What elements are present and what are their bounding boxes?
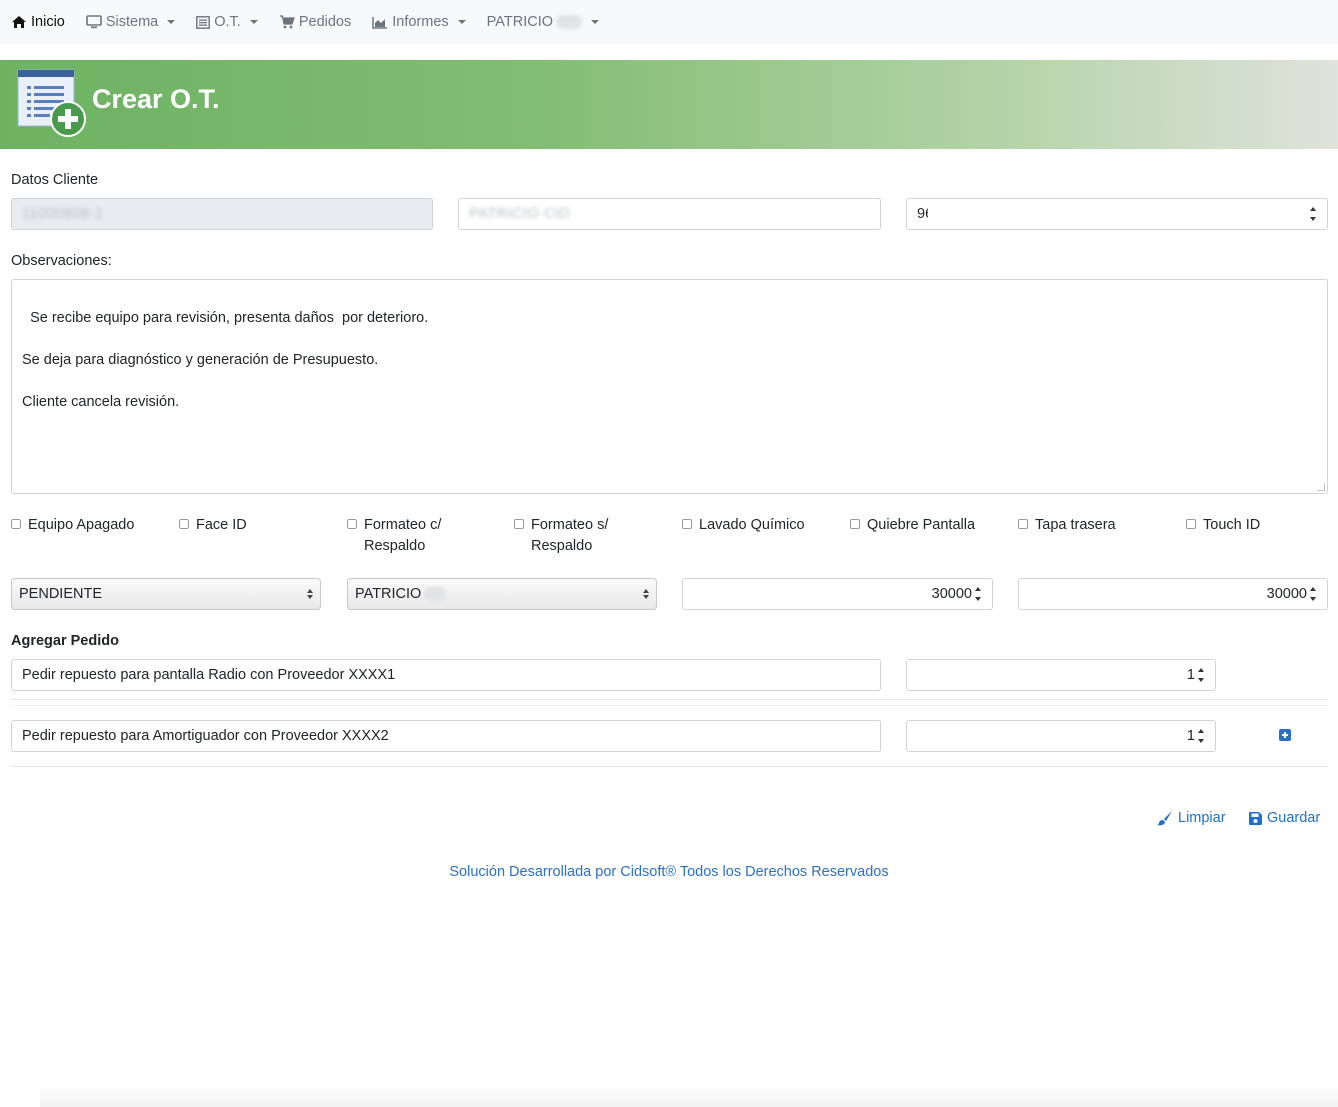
guardar-button[interactable]: Guardar (1249, 810, 1320, 826)
redacted-surname (424, 587, 447, 601)
check-equipo-apagado[interactable]: Equipo Apagado (11, 515, 161, 536)
save-icon (1249, 811, 1262, 825)
pedido-descripcion-field[interactable]: Pedir repuesto para pantalla Radio con P… (11, 659, 881, 691)
check-label: Tapa trasera (1035, 517, 1116, 533)
page-title: Crear O.T. (92, 84, 220, 114)
footer-credits[interactable]: Solución Desarrollada por Cidsoft® Todos… (0, 864, 1338, 880)
nav-sistema-label: Sistema (105, 14, 159, 30)
area-chart-icon (372, 16, 388, 29)
pedido-cantidad-value: 1 (1186, 667, 1195, 683)
pedido-cantidad-field[interactable]: 1 (906, 659, 1216, 691)
client-name-value: PATRICIO CID (469, 206, 571, 222)
number-spinner-icon[interactable] (1197, 729, 1205, 743)
number-spinner-icon[interactable] (1309, 207, 1317, 221)
resize-grip-icon[interactable] (1317, 483, 1325, 491)
check-touch-id[interactable]: Touch ID (1186, 515, 1336, 536)
checkbox[interactable] (1186, 519, 1196, 529)
nav-ot-label: O.T. (214, 14, 241, 30)
chevron-down-icon (457, 20, 466, 24)
client-name-field[interactable]: PATRICIO CID (458, 198, 881, 230)
observaciones-textarea[interactable]: Se recibe equipo para revisión, presenta… (11, 279, 1328, 494)
number-spinner-icon[interactable] (1309, 587, 1317, 601)
pedido-cantidad-field[interactable]: 1 (906, 720, 1216, 752)
select-arrows-icon (307, 589, 313, 599)
limpiar-label: Limpiar (1178, 810, 1226, 826)
pedido-descripcion-field[interactable]: Pedir repuesto para Amortiguador con Pro… (11, 720, 881, 752)
paint-brush-icon (1156, 810, 1173, 826)
agregar-pedido-label: Agregar Pedido (11, 633, 119, 649)
checkbox[interactable] (179, 519, 189, 529)
select-arrows-icon (643, 589, 649, 599)
monto-2-value: 30000 (1266, 586, 1307, 602)
limpiar-button[interactable]: Limpiar (1156, 810, 1226, 826)
client-rut-field[interactable]: 11000808-1 (11, 198, 433, 230)
client-rut-value: 11000808-1 (22, 206, 104, 222)
list-alt-icon (196, 15, 211, 29)
guardar-label: Guardar (1267, 810, 1321, 826)
observaciones-text: Se recibe equipo para revisión, presenta… (22, 310, 429, 410)
check-quiebre-pantalla[interactable]: Quiebre Pantalla (850, 515, 1000, 536)
page-header-banner: Crear O.T. (0, 60, 1338, 149)
chevron-down-icon (249, 20, 258, 24)
checkbox[interactable] (347, 519, 357, 529)
check-lavado-quimico[interactable]: Lavado Químico (682, 515, 832, 536)
number-spinner-icon[interactable] (1197, 668, 1205, 682)
top-navbar: Inicio Sistema O.T. Pedidos Informes PAT… (0, 0, 1338, 44)
nav-user-label: PATRICIO (486, 14, 553, 30)
check-label: Formateo c/ Respaldo (364, 517, 442, 554)
check-label: Equipo Apagado (28, 517, 135, 533)
tecnico-select[interactable]: PATRICIO (347, 578, 657, 610)
chevron-down-icon (591, 20, 599, 24)
divider (11, 766, 1328, 767)
redacted-surname (556, 15, 582, 29)
nav-user-menu[interactable]: PATRICIO (487, 14, 599, 30)
check-label: Face ID (196, 517, 247, 533)
datos-cliente-label: Datos Cliente (11, 172, 99, 188)
cart-icon (279, 15, 295, 29)
client-phone-field[interactable]: 96873074 (906, 198, 1328, 230)
create-document-icon (16, 68, 88, 142)
check-label: Quiebre Pantalla (867, 517, 976, 533)
check-label: Touch ID (1203, 517, 1261, 533)
pedido-descripcion-value: Pedir repuesto para pantalla Radio con P… (22, 667, 396, 683)
check-face-id[interactable]: Face ID (179, 515, 329, 536)
checkbox[interactable] (682, 519, 692, 529)
pedido-descripcion-value: Pedir repuesto para Amortiguador con Pro… (22, 728, 389, 744)
divider (11, 705, 1328, 706)
nav-informes[interactable]: Informes (372, 14, 466, 30)
nav-ot[interactable]: O.T. (196, 14, 258, 30)
nav-inicio-label: Inicio (31, 14, 65, 30)
nav-sistema[interactable]: Sistema (86, 14, 176, 30)
check-tapa-trasera[interactable]: Tapa trasera (1018, 515, 1168, 536)
home-icon (11, 15, 27, 29)
monto-2-field[interactable]: 30000 (1018, 578, 1328, 610)
estado-selected: PENDIENTE (19, 586, 102, 602)
check-formateo-sin-respaldo[interactable]: Formateo s/ Respaldo (514, 515, 624, 557)
checkbox[interactable] (1018, 519, 1028, 529)
estado-select[interactable]: PENDIENTE (11, 578, 321, 610)
number-spinner-icon[interactable] (974, 587, 982, 601)
bottom-shadow (40, 1085, 1338, 1107)
monto-1-value: 30000 (931, 586, 972, 602)
pedido-cantidad-value: 1 (1186, 728, 1195, 744)
check-label: Lavado Químico (699, 517, 805, 533)
monto-1-field[interactable]: 30000 (682, 578, 993, 610)
nav-inicio[interactable]: Inicio (11, 14, 65, 30)
checkbox[interactable] (850, 519, 860, 529)
divider (11, 699, 1328, 700)
check-formateo-con-respaldo[interactable]: Formateo c/ Respaldo (347, 515, 457, 557)
client-phone-value: 96873074 (917, 206, 982, 222)
checkbox[interactable] (514, 519, 524, 529)
tecnico-selected: PATRICIO (355, 586, 422, 602)
nav-pedidos-label: Pedidos (298, 14, 352, 30)
chevron-down-icon (167, 20, 176, 24)
observaciones-label: Observaciones: (11, 253, 112, 269)
add-pedido-button[interactable] (1279, 729, 1291, 741)
monitor-icon (86, 15, 102, 29)
check-label: Formateo s/ Respaldo (531, 517, 609, 554)
nav-pedidos[interactable]: Pedidos (279, 14, 351, 30)
checkbox[interactable] (11, 519, 21, 529)
nav-informes-label: Informes (392, 14, 449, 30)
